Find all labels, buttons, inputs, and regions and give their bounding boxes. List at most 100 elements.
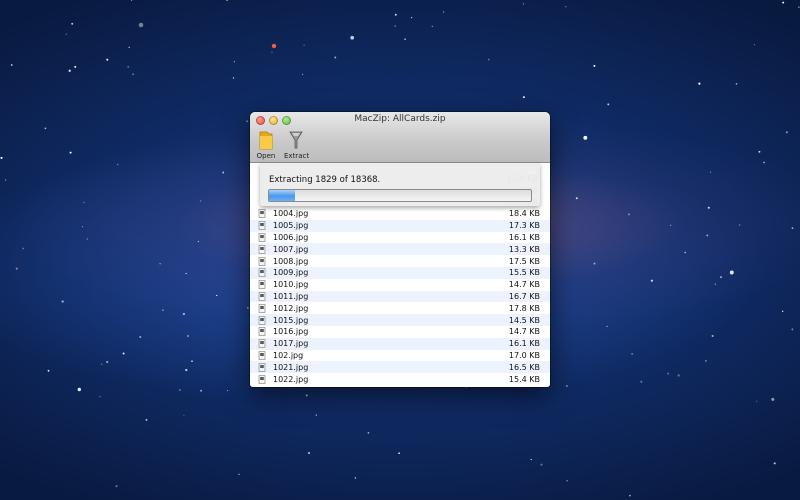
- star: [307, 451, 311, 455]
- star: [763, 161, 765, 164]
- star: [394, 25, 397, 27]
- file-row[interactable]: 1021.jpg 16.5 KB: [250, 361, 550, 374]
- star: [350, 35, 355, 40]
- progress-fill: [269, 190, 296, 201]
- star: [398, 452, 400, 455]
- star: [145, 418, 148, 421]
- star: [565, 6, 567, 8]
- star: [106, 360, 109, 364]
- star: [159, 263, 161, 265]
- star: [132, 73, 134, 75]
- file-name: 1004.jpg: [273, 209, 309, 219]
- star: [61, 300, 64, 303]
- jpg-file-icon: [258, 221, 266, 230]
- file-name: 1005.jpg: [273, 221, 309, 231]
- star: [522, 3, 525, 5]
- star: [575, 197, 578, 200]
- jpg-file-icon: [258, 327, 266, 337]
- star: [530, 458, 532, 461]
- star: [753, 44, 756, 46]
- file-size: 14.7 KB: [508, 280, 540, 290]
- file-row[interactable]: 1006.jpg 16.1 KB: [250, 232, 550, 244]
- file-row[interactable]: 1005.jpg 17.3 KB: [250, 219, 550, 232]
- star: [246, 306, 249, 309]
- star: [10, 64, 13, 66]
- star: [738, 224, 741, 226]
- star: [785, 131, 788, 134]
- open-button[interactable]: Open: [254, 128, 278, 160]
- star: [670, 224, 672, 227]
- star: [71, 22, 74, 25]
- file-rows: 1004.jpg 18.4 KB 1005.jpg 17.3 KB 1006.jpg 16…: [250, 208, 550, 385]
- file-name: 1010.jpg: [273, 280, 309, 290]
- file-size: 13.3 KB: [508, 244, 540, 254]
- star: [65, 33, 68, 35]
- star: [798, 6, 800, 8]
- star: [631, 352, 634, 355]
- file-size: 17.5 KB: [508, 256, 540, 266]
- star: [305, 394, 308, 397]
- star: [185, 272, 187, 275]
- star: [773, 462, 776, 465]
- file-row[interactable]: 1010.jpg 14.7 KB: [250, 279, 550, 291]
- star: [540, 463, 543, 466]
- file-size: 16.1 KB: [508, 232, 540, 242]
- jpg-file-icon: [258, 315, 266, 325]
- file-size: 15.5 KB: [508, 268, 540, 278]
- star: [86, 238, 88, 240]
- star: [442, 11, 445, 13]
- star: [606, 325, 608, 328]
- star: [782, 1, 785, 4]
- jpg-file-icon: [258, 292, 266, 301]
- file-row[interactable]: 1007.jpg 13.3 KB: [250, 243, 550, 256]
- extract-label: Extract: [284, 152, 310, 160]
- file-row[interactable]: 1016.jpg 14.7 KB: [250, 326, 550, 338]
- extract-button[interactable]: Extract: [284, 128, 310, 160]
- star: [83, 201, 85, 204]
- star: [404, 38, 407, 41]
- star: [719, 276, 723, 279]
- star: [15, 267, 18, 270]
- file-row[interactable]: 1012.jpg 17.8 KB: [250, 302, 550, 314]
- file-size: 17.3 KB: [508, 221, 540, 231]
- star: [128, 46, 130, 49]
- star: [127, 65, 130, 68]
- titlebar[interactable]: MacZip: AllCards.zip Open Extract: [250, 112, 550, 163]
- jpg-file-icon: [258, 233, 266, 242]
- file-row[interactable]: 1017.jpg 16.1 KB: [250, 337, 550, 350]
- star: [139, 335, 142, 339]
- star: [667, 372, 670, 375]
- star: [791, 328, 794, 331]
- star: [122, 352, 125, 355]
- file-row[interactable]: 1009.jpg 15.5 KB: [250, 266, 550, 279]
- file-row[interactable]: 1011.jpg 16.7 KB: [250, 290, 550, 303]
- file-row[interactable]: 102.jpg 17.0 KB: [250, 350, 550, 362]
- file-name: 102.jpg: [273, 350, 304, 360]
- star: [627, 213, 630, 216]
- star: [227, 390, 229, 392]
- star: [44, 127, 47, 130]
- star: [185, 368, 188, 372]
- star: [593, 64, 596, 67]
- star: [162, 309, 164, 311]
- star: [771, 397, 775, 401]
- star: [677, 374, 680, 377]
- jpg-file-icon: [258, 280, 266, 289]
- star: [82, 226, 84, 228]
- star: [183, 414, 185, 416]
- file-name: 1007.jpg: [273, 244, 309, 254]
- file-row[interactable]: 1015.jpg 14.5 KB: [250, 314, 550, 326]
- file-row[interactable]: 1004.jpg 18.4 KB: [250, 208, 550, 220]
- star: [179, 389, 181, 391]
- jpg-file-icon: [258, 362, 266, 372]
- star: [303, 44, 305, 46]
- star: [115, 485, 118, 488]
- file-name: 1008.jpg: [273, 256, 309, 266]
- file-size: 15.4 KB: [508, 374, 540, 384]
- file-row[interactable]: 1008.jpg 17.5 KB: [250, 255, 550, 267]
- file-row[interactable]: 1022.jpg 15.4 KB: [250, 373, 550, 385]
- progress-bar: [268, 189, 532, 202]
- star: [583, 135, 588, 140]
- star: [367, 432, 370, 434]
- window-title: MacZip: AllCards.zip: [354, 114, 446, 124]
